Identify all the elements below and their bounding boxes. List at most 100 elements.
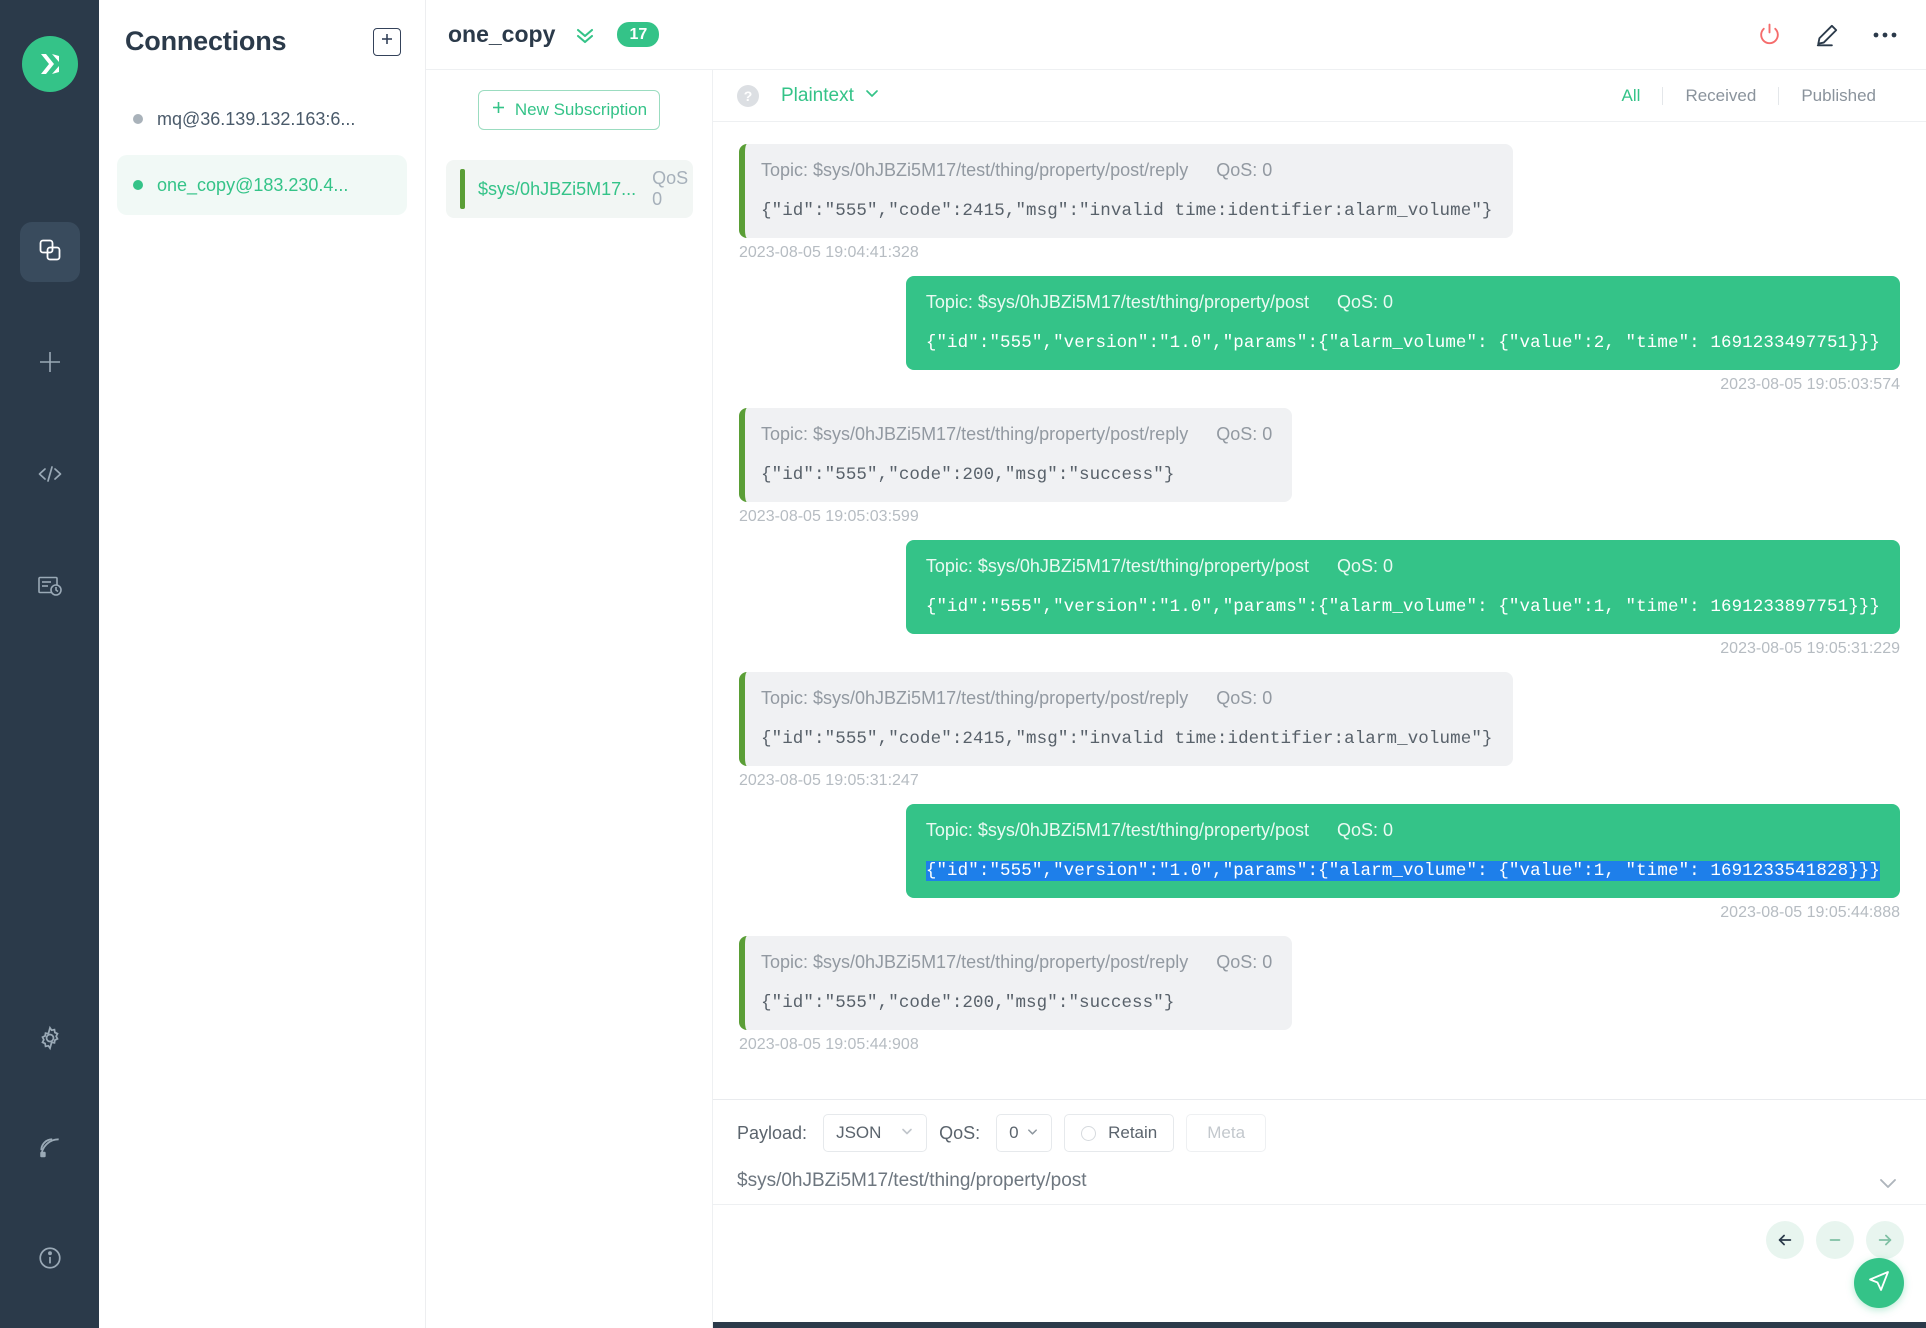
qos-value: 0 xyxy=(1009,1123,1019,1142)
message-qos: QoS: 0 xyxy=(1337,820,1394,840)
message-timestamp: 2023-08-05 19:05:03:599 xyxy=(739,508,919,525)
more-options-icon[interactable] xyxy=(1872,30,1898,40)
sidebar-item-broadcast[interactable] xyxy=(20,1120,80,1180)
status-dot-online xyxy=(133,180,143,190)
add-connection-button[interactable] xyxy=(373,27,401,56)
message-header: Topic: $sys/0hJBZi5M17/test/thing/proper… xyxy=(926,556,1880,577)
retain-label: Retain xyxy=(1108,1123,1158,1142)
radio-icon xyxy=(1081,1125,1097,1141)
message-qos: QoS: 0 xyxy=(1216,688,1273,708)
sidebar-item-new-connection[interactable] xyxy=(20,334,80,394)
message-topic: Topic: $sys/0hJBZi5M17/test/thing/proper… xyxy=(761,424,1189,444)
message-timestamp: 2023-08-05 19:04:41:328 xyxy=(739,244,919,261)
qos-label: QoS: xyxy=(939,1122,981,1143)
message-payload[interactable]: {"id":"555","code":200,"msg":"success"} xyxy=(761,993,1272,1013)
edit-pencil-icon[interactable] xyxy=(1814,22,1840,48)
settings-gear-icon xyxy=(37,1025,63,1056)
payload-type-value: JSON xyxy=(836,1123,882,1142)
message-payload-selected[interactable]: {"id":"555","version":"1.0","params":{"a… xyxy=(925,861,1880,881)
chevron-down-icon xyxy=(864,85,880,107)
collapse-chevron-down-icon[interactable] xyxy=(1876,1171,1900,1200)
message-row-published: Topic: $sys/0hJBZi5M17/test/thing/proper… xyxy=(739,804,1900,922)
list-item[interactable]: one_copy@183.230.4... xyxy=(117,155,407,215)
message-header: Topic: $sys/0hJBZi5M17/test/thing/proper… xyxy=(761,160,1493,181)
history-forward-arrow-icon[interactable] xyxy=(1866,1221,1904,1259)
rail-icon-group xyxy=(19,222,80,618)
message-bubble[interactable]: Topic: $sys/0hJBZi5M17/test/thing/proper… xyxy=(739,672,1513,766)
message-header: Topic: $sys/0hJBZi5M17/test/thing/proper… xyxy=(761,688,1493,709)
subscription-item[interactable]: $sys/0hJBZi5M17... QoS 0 xyxy=(445,160,693,218)
message-payload[interactable]: {"id":"555","code":2415,"msg":"invalid t… xyxy=(761,201,1493,221)
message-row-published: Topic: $sys/0hJBZi5M17/test/thing/proper… xyxy=(739,276,1900,394)
message-qos: QoS: 0 xyxy=(1337,556,1394,576)
tab-published[interactable]: Published xyxy=(1779,86,1898,106)
content-row: New Subscription $sys/0hJBZi5M17... QoS … xyxy=(426,70,1926,1328)
qos-select[interactable]: 0 xyxy=(996,1114,1053,1152)
message-header: Topic: $sys/0hJBZi5M17/test/thing/proper… xyxy=(761,424,1272,445)
message-topic: Topic: $sys/0hJBZi5M17/test/thing/proper… xyxy=(925,820,1310,840)
subscription-color-bar xyxy=(459,169,466,209)
message-topic: Topic: $sys/0hJBZi5M17/test/thing/proper… xyxy=(925,292,1310,312)
message-bubble[interactable]: Topic: $sys/0hJBZi5M17/test/thing/proper… xyxy=(905,540,1900,634)
question-mark-icon[interactable]: ? xyxy=(737,84,759,107)
publish-payload-editor[interactable] xyxy=(713,1179,1926,1322)
message-bubble[interactable]: Topic: $sys/0hJBZi5M17/test/thing/proper… xyxy=(739,408,1293,502)
message-count-badge: 17 xyxy=(617,22,660,47)
message-header: Topic: $sys/0hJBZi5M17/test/thing/proper… xyxy=(926,292,1880,313)
tab-received[interactable]: Received xyxy=(1663,86,1778,106)
message-header: Topic: $sys/0hJBZi5M17/test/thing/proper… xyxy=(761,952,1272,973)
send-button[interactable] xyxy=(1854,1258,1904,1308)
message-payload[interactable]: {"id":"555","version":"1.0","params":{"a… xyxy=(926,333,1880,353)
payload-label: Payload: xyxy=(737,1122,808,1143)
sidebar-item-log[interactable] xyxy=(20,558,80,618)
tab-all[interactable]: All xyxy=(1600,86,1663,106)
message-row-received: Topic: $sys/0hJBZi5M17/test/thing/proper… xyxy=(739,672,1900,790)
retain-checkbox[interactable]: Retain xyxy=(1064,1114,1175,1152)
connection-name: one_copy@183.230.4... xyxy=(157,174,349,195)
message-topic: Topic: $sys/0hJBZi5M17/test/thing/proper… xyxy=(925,556,1310,576)
publish-panel: Payload: JSON QoS: 0 Retain Meta $sys/0h… xyxy=(713,1099,1926,1328)
subscription-qos: QoS 0 xyxy=(652,168,689,209)
new-subscription-button[interactable]: New Subscription xyxy=(478,90,660,130)
message-timestamp: 2023-08-05 19:05:31:229 xyxy=(1720,640,1900,657)
message-payload[interactable]: {"id":"555","version":"1.0","params":{"a… xyxy=(926,597,1880,617)
message-bubble[interactable]: Topic: $sys/0hJBZi5M17/test/thing/proper… xyxy=(739,936,1293,1030)
double-chevron-down-icon[interactable] xyxy=(573,23,597,47)
message-payload[interactable]: {"id":"555","code":200,"msg":"success"} xyxy=(761,465,1272,485)
sidebar-item-about[interactable] xyxy=(20,1230,80,1290)
connection-title: one_copy xyxy=(448,21,556,47)
sidebar-item-script[interactable] xyxy=(20,446,80,506)
meta-button[interactable]: Meta xyxy=(1186,1114,1267,1152)
plus-icon xyxy=(491,100,506,120)
connection-topbar: one_copy 17 xyxy=(426,0,1926,70)
history-minus-icon[interactable] xyxy=(1816,1221,1854,1259)
message-topic: Topic: $sys/0hJBZi5M17/test/thing/proper… xyxy=(761,160,1189,180)
sidebar-item-settings[interactable] xyxy=(20,1010,80,1070)
disconnect-power-icon[interactable] xyxy=(1757,22,1782,47)
message-list[interactable]: Topic: $sys/0hJBZi5M17/test/thing/proper… xyxy=(713,122,1926,1099)
publish-topic-input[interactable]: $sys/0hJBZi5M17/test/thing/property/post xyxy=(713,1162,1926,1204)
log-history-icon xyxy=(37,573,63,604)
payload-format-selector[interactable]: Plaintext xyxy=(781,85,880,107)
publish-options-row: Payload: JSON QoS: 0 Retain Meta xyxy=(713,1100,1926,1162)
message-row-received: Topic: $sys/0hJBZi5M17/test/thing/proper… xyxy=(739,408,1900,526)
message-bubble[interactable]: Topic: $sys/0hJBZi5M17/test/thing/proper… xyxy=(905,804,1900,898)
message-timestamp: 2023-08-05 19:05:31:247 xyxy=(739,772,919,789)
message-payload[interactable]: {"id":"555","code":2415,"msg":"invalid t… xyxy=(761,729,1493,749)
message-row-received: Topic: $sys/0hJBZi5M17/test/thing/proper… xyxy=(739,936,1900,1054)
message-bubble[interactable]: Topic: $sys/0hJBZi5M17/test/thing/proper… xyxy=(739,144,1513,238)
left-icon-rail xyxy=(0,0,99,1328)
subscription-topic: $sys/0hJBZi5M17... xyxy=(478,178,637,199)
main-area: one_copy 17 New Subscription $sys/0hJBZi… xyxy=(426,0,1926,1328)
list-item[interactable]: mq@36.139.132.163:6... xyxy=(117,89,407,149)
connection-list: mq@36.139.132.163:6... one_copy@183.230.… xyxy=(99,75,425,215)
message-row-published: Topic: $sys/0hJBZi5M17/test/thing/proper… xyxy=(739,540,1900,658)
window-bottom-strip xyxy=(713,1322,1926,1328)
new-connection-icon xyxy=(36,348,64,381)
payload-type-select[interactable]: JSON xyxy=(823,1114,928,1152)
message-bubble[interactable]: Topic: $sys/0hJBZi5M17/test/thing/proper… xyxy=(905,276,1900,370)
message-timestamp: 2023-08-05 19:05:44:888 xyxy=(1720,904,1900,921)
sidebar-item-connections[interactable] xyxy=(19,222,80,282)
history-back-arrow-icon[interactable] xyxy=(1766,1221,1804,1259)
message-qos: QoS: 0 xyxy=(1216,160,1273,180)
